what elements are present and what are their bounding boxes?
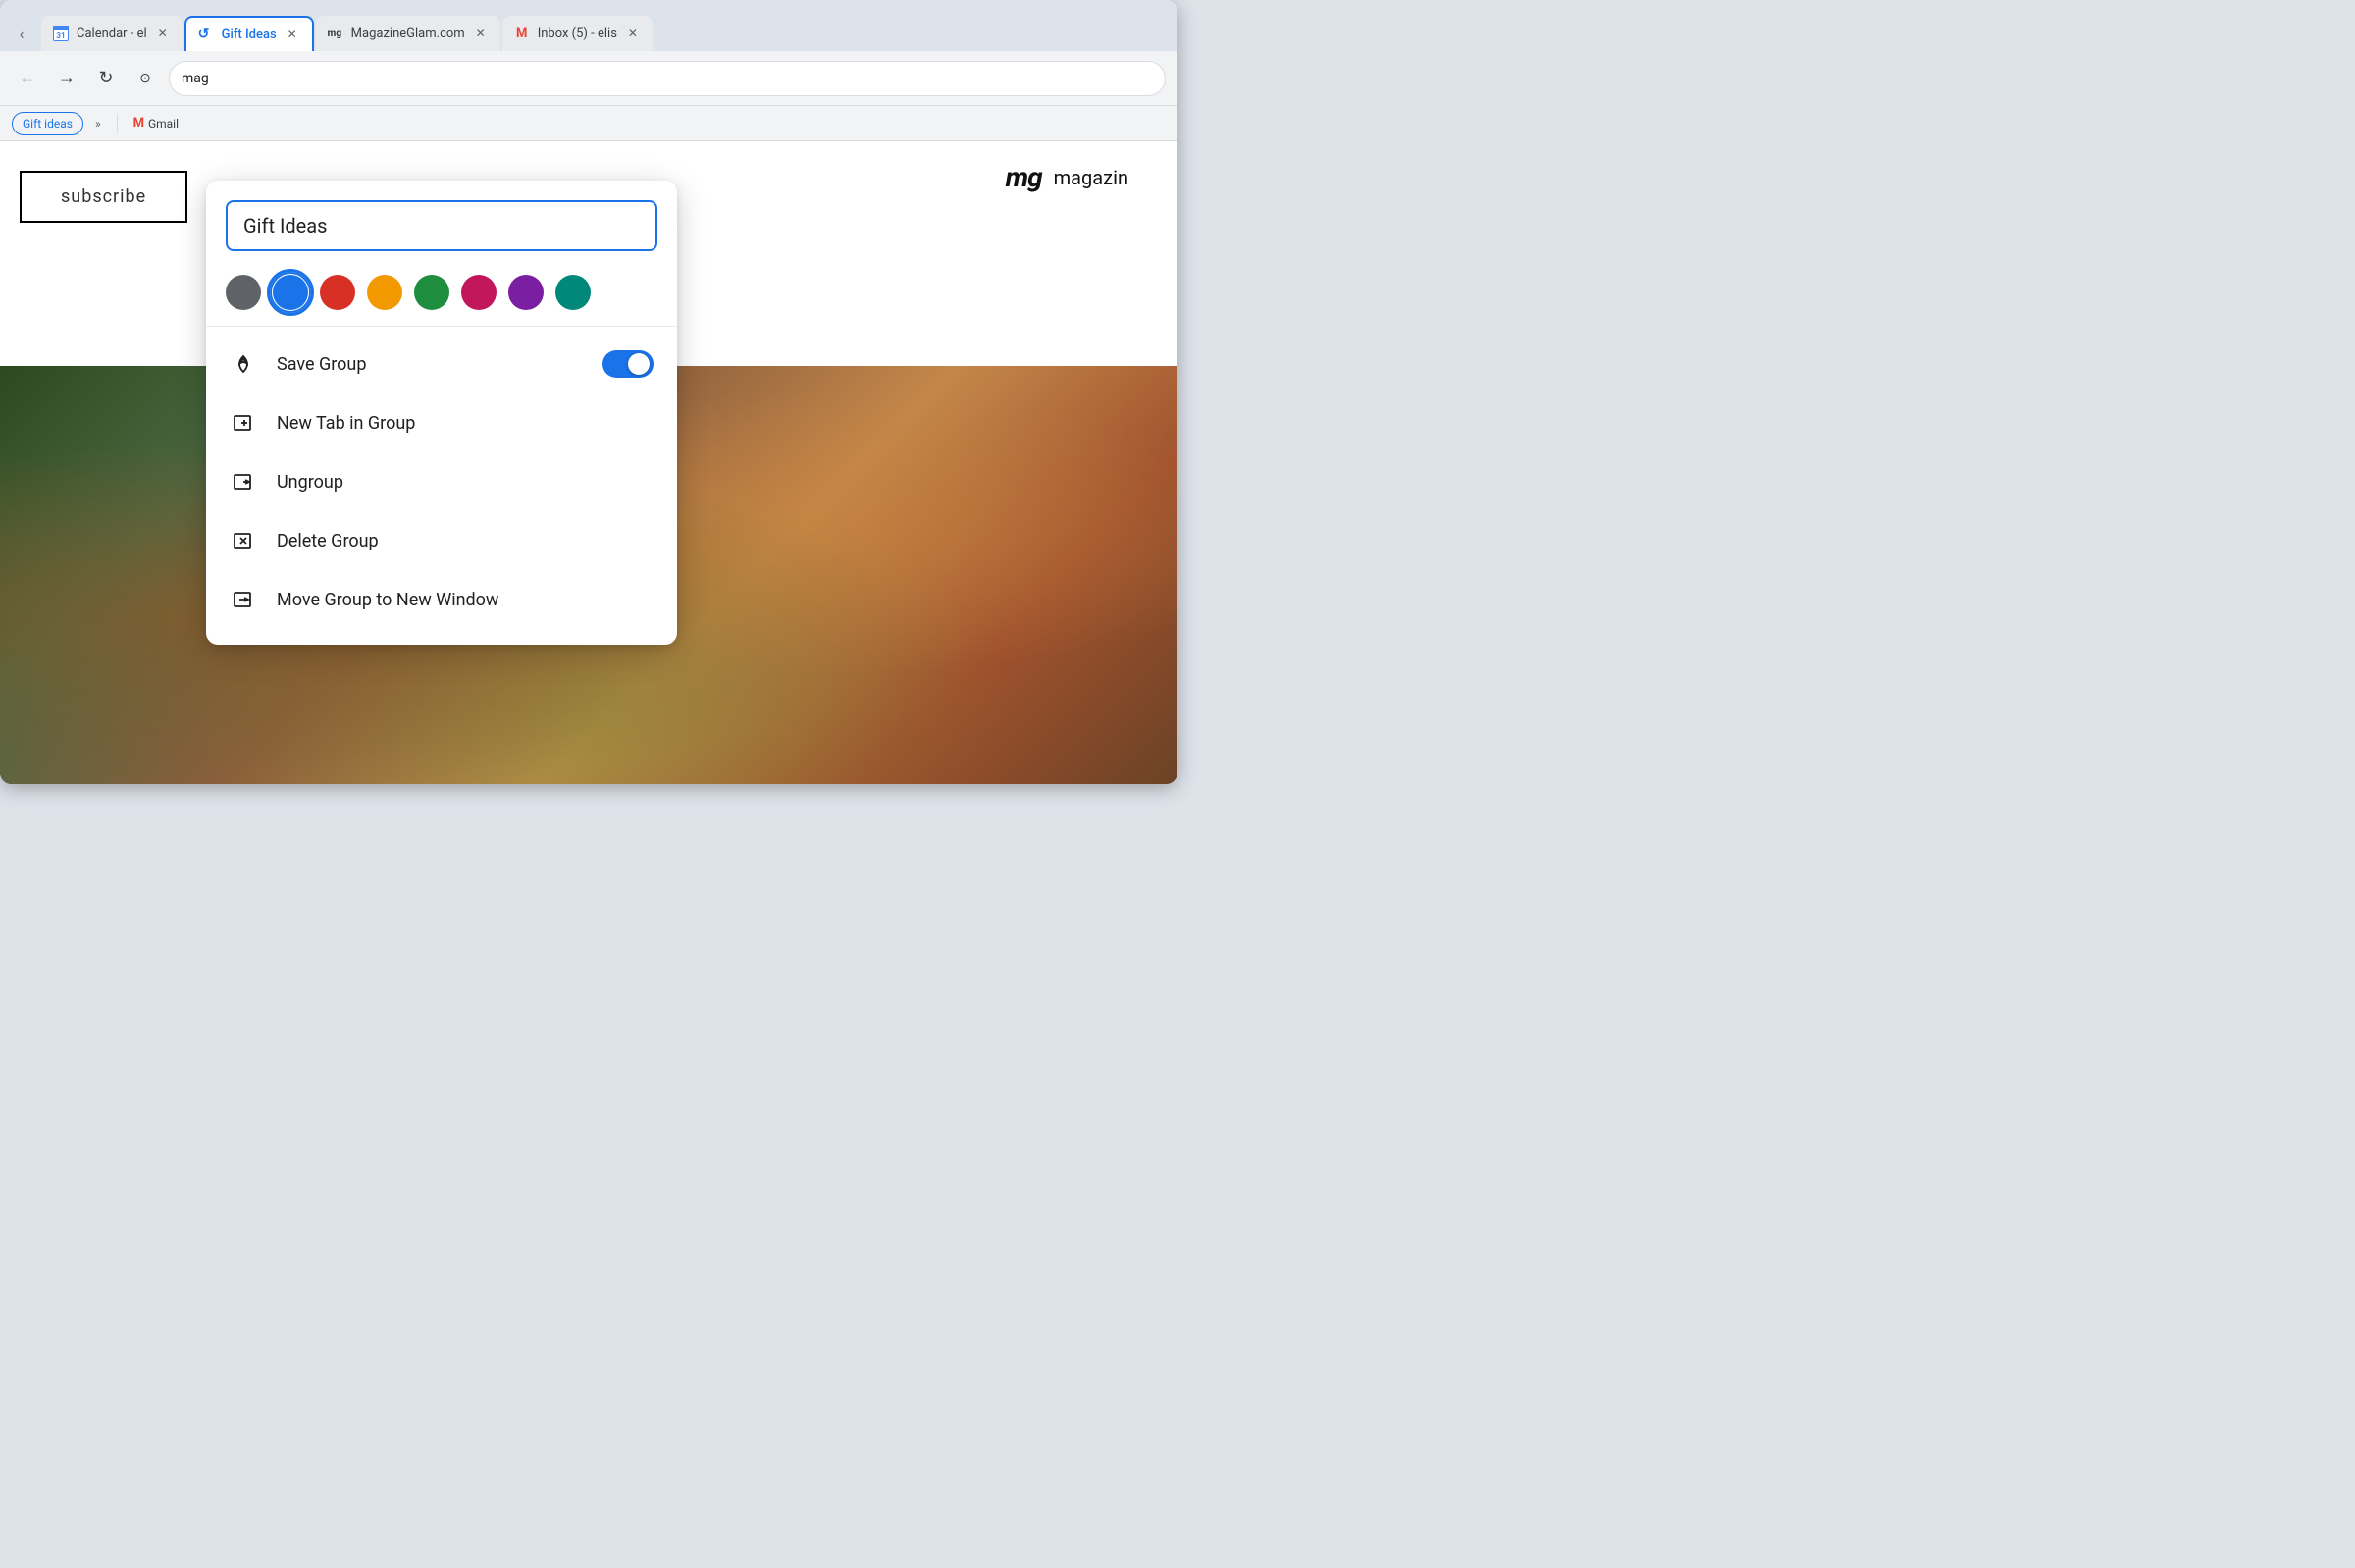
ungroup-item[interactable]: Ungroup: [206, 452, 677, 511]
magazine-label: magazin: [1054, 166, 1128, 189]
bookmark-gift-ideas[interactable]: Gift ideas: [12, 112, 83, 135]
bookmark-gmail[interactable]: M Gmail: [126, 112, 186, 134]
bookmarks-bar: Gift ideas » M Gmail: [0, 106, 1178, 141]
new-tab-label: New Tab in Group: [277, 413, 415, 434]
tab-magazine-title: MagazineGlam.com: [351, 26, 465, 41]
url-text: mag: [182, 71, 209, 86]
color-swatches-container: [206, 267, 677, 327]
tab-group-popup: Save Group New Tab in Group: [206, 181, 677, 645]
delete-group-label: Delete Group: [277, 531, 379, 551]
group-name-field[interactable]: [226, 200, 657, 251]
swatch-grey[interactable]: [226, 275, 261, 310]
tab-calendar-close[interactable]: ✕: [155, 26, 171, 41]
tab-gift-ideas[interactable]: ↺ Gift Ideas ✕: [184, 16, 314, 51]
back-button[interactable]: ←: [12, 63, 43, 94]
ungroup-icon: [230, 468, 257, 496]
swatch-blue[interactable]: [273, 275, 308, 310]
delete-group-icon: [230, 527, 257, 554]
swatch-red[interactable]: [320, 275, 355, 310]
reload-button[interactable]: ↻: [90, 63, 122, 94]
customize-button[interactable]: ⊙: [130, 63, 161, 94]
tab-calendar[interactable]: 31 Calendar - el ✕: [41, 16, 183, 51]
tab-magazine[interactable]: mg MagazineGlam.com ✕: [316, 16, 500, 51]
move-group-label: Move Group to New Window: [277, 590, 498, 610]
toggle-thumb: [628, 353, 650, 375]
move-group-item[interactable]: Move Group to New Window: [206, 570, 677, 629]
tab-gift-ideas-title: Gift Ideas: [222, 27, 277, 42]
gmail-m-icon: M: [133, 116, 144, 131]
save-group-icon: [230, 350, 257, 378]
mg-logo-text: mg: [1006, 161, 1042, 193]
gmail-favicon: M: [514, 26, 530, 41]
new-tab-icon: [230, 409, 257, 437]
bookmarks-divider: [117, 114, 118, 133]
tab-gmail-title: Inbox (5) - elis: [538, 26, 617, 41]
forward-button[interactable]: →: [51, 63, 82, 94]
tab-magazine-close[interactable]: ✕: [473, 26, 489, 41]
calendar-favicon: 31: [53, 26, 69, 41]
page-content: subscribe mg magazin: [0, 141, 1178, 784]
swatch-teal[interactable]: [555, 275, 591, 310]
mg-logo: mg magazin: [1006, 161, 1128, 193]
swatch-orange[interactable]: [367, 275, 402, 310]
subscribe-button[interactable]: subscribe: [20, 171, 187, 223]
url-input[interactable]: mag: [169, 61, 1166, 96]
move-group-icon: [230, 586, 257, 613]
tab-calendar-title: Calendar - el: [77, 26, 147, 41]
tab-gmail-close[interactable]: ✕: [625, 26, 641, 41]
tab-back-button[interactable]: ‹: [8, 20, 35, 47]
subscribe-label: subscribe: [61, 186, 146, 207]
magazine-favicon: mg: [328, 26, 343, 41]
delete-group-item[interactable]: Delete Group: [206, 511, 677, 570]
save-group-label: Save Group: [277, 354, 366, 375]
bookmark-more[interactable]: »: [87, 113, 109, 134]
swatch-green[interactable]: [414, 275, 449, 310]
ungroup-label: Ungroup: [277, 472, 343, 493]
address-bar: ← → ↻ ⊙ mag: [0, 51, 1178, 106]
bookmark-gift-ideas-label: Gift ideas: [23, 117, 73, 131]
tab-gmail[interactable]: M Inbox (5) - elis ✕: [502, 16, 653, 51]
bookmark-gmail-label: Gmail: [148, 117, 179, 131]
swatch-pink[interactable]: [461, 275, 497, 310]
bookmark-more-label: »: [95, 117, 101, 131]
tab-gift-ideas-close[interactable]: ✕: [285, 26, 300, 42]
browser-window: ‹ 31 Calendar - el ✕ ↺ Gift Ideas ✕ mg: [0, 0, 1178, 784]
swatch-purple[interactable]: [508, 275, 544, 310]
new-tab-item[interactable]: New Tab in Group: [206, 393, 677, 452]
group-name-input[interactable]: [243, 214, 640, 237]
save-group-toggle[interactable]: [602, 350, 654, 378]
gift-ideas-favicon: ↺: [198, 26, 214, 42]
tab-bar: ‹ 31 Calendar - el ✕ ↺ Gift Ideas ✕ mg: [0, 0, 1178, 51]
save-group-item[interactable]: Save Group: [206, 335, 677, 393]
